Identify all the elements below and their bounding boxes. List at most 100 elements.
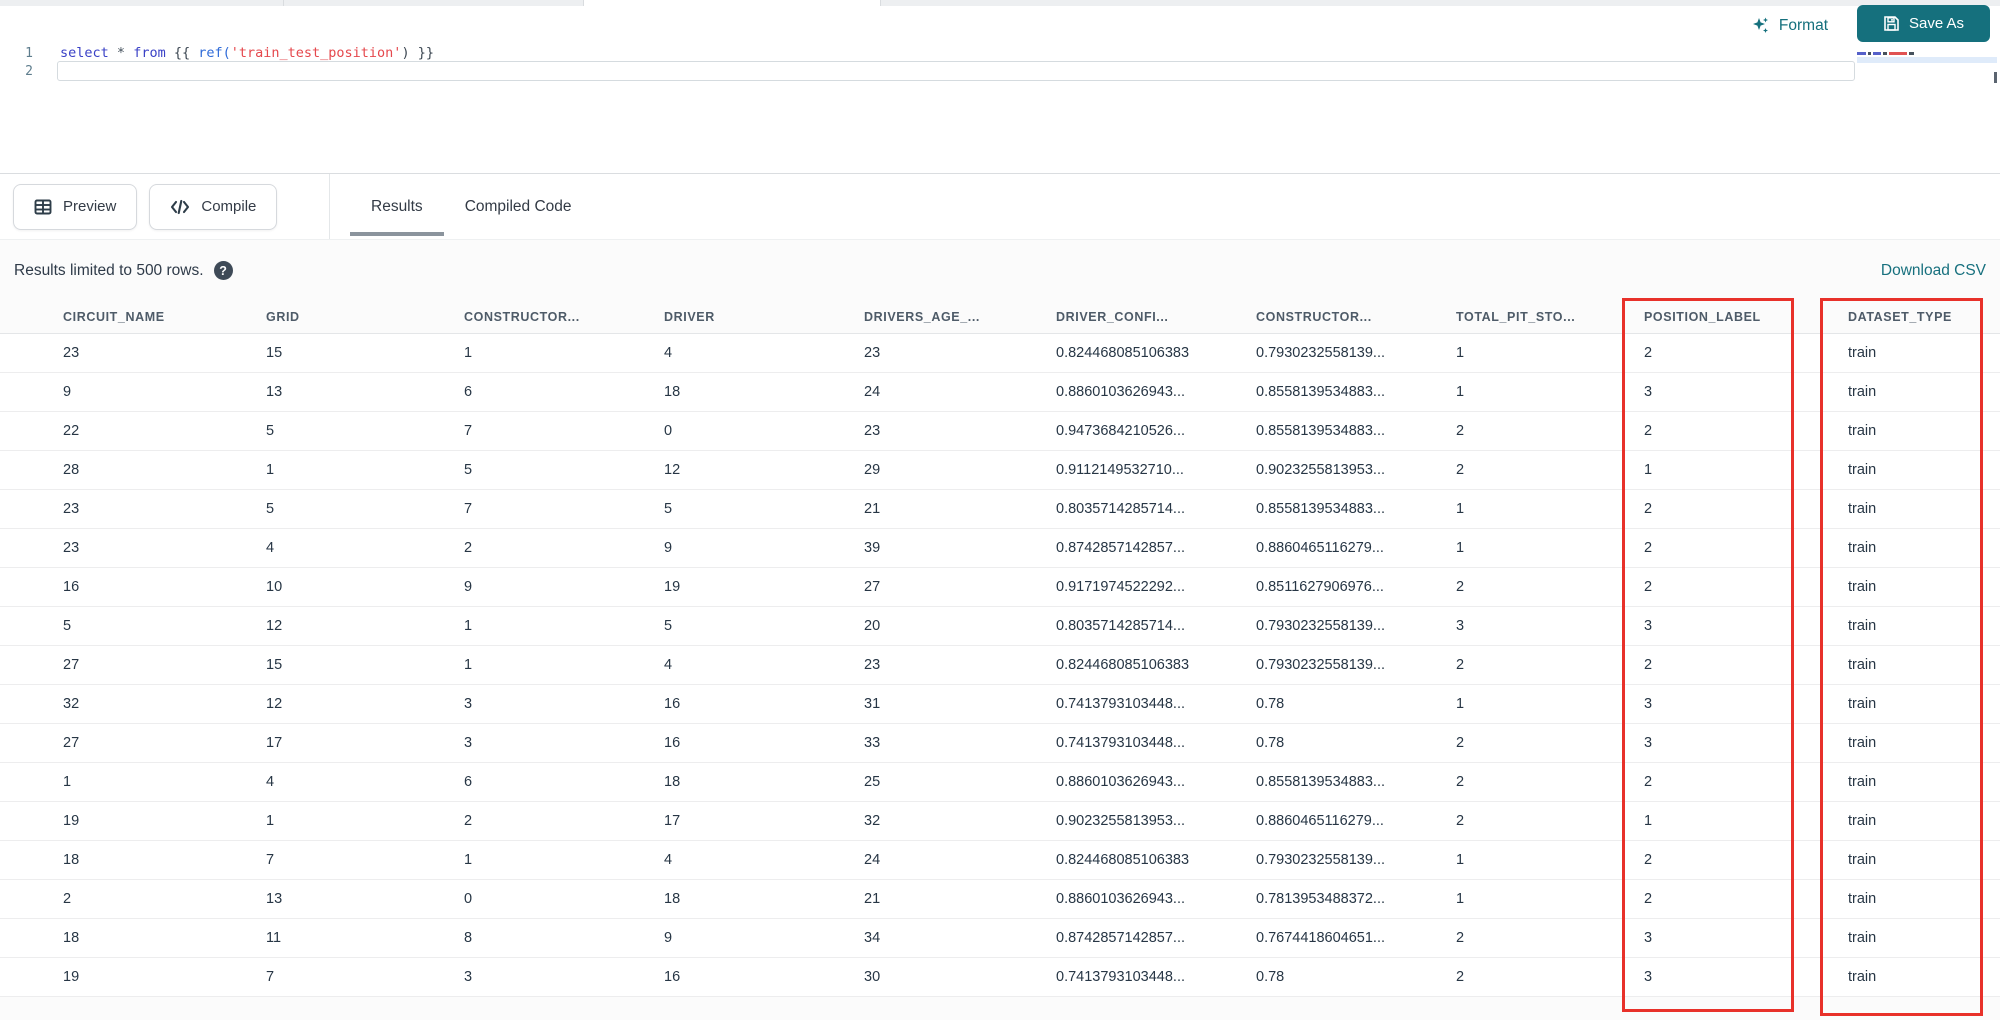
compile-button[interactable]: Compile [149, 183, 278, 230]
table-cell: 13 [253, 879, 451, 919]
table-cell: train [1835, 333, 2000, 373]
download-csv-link[interactable]: Download CSV [1881, 262, 1986, 280]
table-cell: 23 [851, 411, 1043, 451]
sql-code-editor[interactable]: 1 select * from {{ ref('train_test_posit… [0, 45, 2000, 173]
column-header[interactable]: CONSTRUCTOR... [451, 301, 651, 334]
table-cell: train [1835, 372, 2000, 412]
table-cell: 4 [651, 840, 851, 880]
column-header[interactable]: GRID [253, 301, 451, 334]
column-header[interactable]: POSITION_LABEL [1631, 301, 1835, 334]
table-cell: 0.9112149532710... [1043, 450, 1243, 490]
table-cell: 0.8558139534883... [1243, 762, 1443, 802]
table-cell: 0.7930232558139... [1243, 840, 1443, 880]
table-cell: train [1835, 723, 2000, 763]
table-cell: 4 [253, 528, 451, 568]
table-cell: 11 [253, 918, 451, 958]
table-cell: 3 [1631, 918, 1835, 958]
column-header[interactable]: DRIVERS_AGE_... [851, 301, 1043, 334]
sql-code-line: select * from {{ ref('train_test_positio… [60, 45, 434, 61]
table-cell: 27 [851, 567, 1043, 607]
column-header[interactable]: CONSTRUCTOR... [1243, 301, 1443, 334]
table-row: 27 17 3 16 33 0.7413793103448... 0.78 2 3 train [0, 723, 2000, 763]
table-cell: 2 [1443, 918, 1631, 958]
table-cell: 32 [0, 684, 253, 724]
table-cell: 2 [1443, 957, 1631, 997]
table-cell: 1 [253, 801, 451, 841]
save-as-label: Save As [1908, 15, 1965, 32]
table-cell: 0.78 [1243, 723, 1443, 763]
table-row: 18 7 1 4 24 0.824468085106383 0.7930232558139.… [0, 840, 2000, 880]
table-cell: 0.8558139534883... [1243, 489, 1443, 529]
table-cell: 0.7930232558139... [1243, 606, 1443, 646]
table-cell: 5 [651, 606, 851, 646]
results-tabs: Results Compiled Code [350, 174, 593, 239]
table-cell: 1 [1443, 684, 1631, 724]
table-cell: 16 [651, 684, 851, 724]
column-header[interactable]: DRIVER_CONFI... [1043, 301, 1243, 334]
table-cell: 2 [0, 879, 253, 919]
table-cell: 7 [253, 957, 451, 997]
table-cell: 9 [0, 372, 253, 412]
table-cell: 17 [253, 723, 451, 763]
table-cell: 3 [1631, 606, 1835, 646]
table-cell: 0.7674418604651... [1243, 918, 1443, 958]
table-cell: train [1835, 450, 2000, 490]
table-cell: 2 [1631, 645, 1835, 685]
table-cell: train [1835, 645, 2000, 685]
table-cell: 21 [851, 489, 1043, 529]
table-row: 23 5 7 5 21 0.8035714285714... 0.8558139534883… [0, 489, 2000, 529]
table-row: 23 15 1 4 23 0.824468085106383 0.7930232558139… [0, 333, 2000, 373]
table-cell: 12 [253, 684, 451, 724]
table-cell: 15 [253, 333, 451, 373]
line-number: 1 [25, 45, 33, 61]
column-header[interactable]: DRIVER [651, 301, 851, 334]
table-cell: 2 [1631, 567, 1835, 607]
table-cell: 0.8742857142857... [1043, 918, 1243, 958]
table-cell: 10 [253, 567, 451, 607]
query-actions: Preview Compile [0, 174, 330, 239]
table-cell: 4 [651, 333, 851, 373]
table-cell: train [1835, 528, 2000, 568]
preview-label: Preview [63, 198, 117, 215]
table-cell: 12 [253, 606, 451, 646]
table-cell: 7 [451, 489, 651, 529]
tab-results[interactable]: Results [350, 174, 444, 239]
column-header[interactable]: DATASET_TYPE [1835, 301, 2000, 334]
format-button[interactable]: Format [1751, 16, 1828, 36]
active-line-highlight [57, 61, 1855, 81]
column-header[interactable]: TOTAL_PIT_STO... [1443, 301, 1631, 334]
table-cell: 1 [253, 450, 451, 490]
table-cell: 17 [651, 801, 851, 841]
minimap-scrollbar[interactable] [1994, 72, 1997, 83]
table-cell: train [1835, 918, 2000, 958]
table-cell: 0.78 [1243, 684, 1443, 724]
table-cell: 2 [1631, 411, 1835, 451]
table-cell: 0.824468085106383 [1043, 840, 1243, 880]
help-icon[interactable]: ? [213, 261, 233, 280]
code-token: {{ [165, 45, 199, 61]
table-cell: 25 [851, 762, 1043, 802]
column-header[interactable]: CIRCUIT_NAME [0, 301, 253, 334]
table-cell: 0.9023255813953... [1243, 450, 1443, 490]
editor-minimap[interactable] [1857, 52, 1997, 92]
table-cell: 0.8035714285714... [1043, 489, 1243, 529]
table-cell: 30 [851, 957, 1043, 997]
tab-compiled-code[interactable]: Compiled Code [444, 174, 593, 239]
table-cell: 23 [0, 528, 253, 568]
table-cell: 2 [1443, 567, 1631, 607]
table-cell: 27 [0, 645, 253, 685]
table-cell: 2 [1631, 528, 1835, 568]
save-as-button[interactable]: Save As [1857, 5, 1990, 42]
table-cell: 1 [1443, 879, 1631, 919]
table-cell: 2 [1443, 801, 1631, 841]
table-cell: 16 [651, 723, 851, 763]
table-cell: 2 [1443, 762, 1631, 802]
preview-button[interactable]: Preview [13, 183, 138, 230]
table-row: 16 10 9 19 27 0.9171974522292... 0.85116279069… [0, 567, 2000, 607]
table-cell: 18 [0, 840, 253, 880]
tab-compiled-code-label: Compiled Code [464, 197, 572, 215]
table-cell: 1 [1443, 333, 1631, 373]
table-cell: 0.8511627906976... [1243, 567, 1443, 607]
table-cell: 23 [0, 489, 253, 529]
